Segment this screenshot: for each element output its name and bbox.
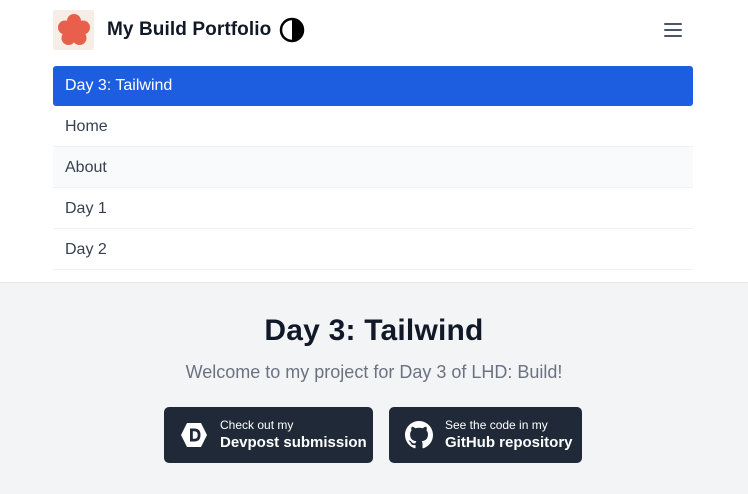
brand-title: My Build Portfolio: [107, 19, 272, 40]
nav-item-day-1[interactable]: Day 1: [53, 188, 693, 229]
mobile-nav-menu: Day 3: Tailwind Home About Day 1 Day 2: [53, 66, 693, 270]
hero-title: Day 3: Tailwind: [264, 314, 484, 347]
github-button-label: GitHub repository: [445, 434, 573, 451]
nav-item-about[interactable]: About: [53, 147, 693, 188]
github-button[interactable]: See the code in my GitHub repository: [389, 407, 582, 463]
nav-item-day-3[interactable]: Day 3: Tailwind: [53, 66, 693, 106]
devpost-button-caption: Check out my: [220, 418, 294, 432]
github-icon: [404, 420, 434, 450]
brand[interactable]: My Build Portfolio: [53, 10, 305, 50]
flower-logo-icon: [53, 10, 94, 50]
top-navbar: My Build Portfolio Day 3: Tailwind Home …: [0, 0, 748, 283]
hamburger-menu-icon[interactable]: [660, 19, 686, 41]
devpost-icon: [179, 420, 209, 450]
contrast-icon[interactable]: [279, 17, 305, 43]
devpost-button-label: Devpost submission: [220, 434, 367, 451]
github-button-caption: See the code in my: [445, 418, 548, 432]
nav-item-home[interactable]: Home: [53, 106, 693, 147]
devpost-button[interactable]: Check out my Devpost submission: [164, 407, 373, 463]
nav-item-day-2[interactable]: Day 2: [53, 229, 693, 270]
hero-subtitle: Welcome to my project for Day 3 of LHD: …: [185, 362, 563, 382]
